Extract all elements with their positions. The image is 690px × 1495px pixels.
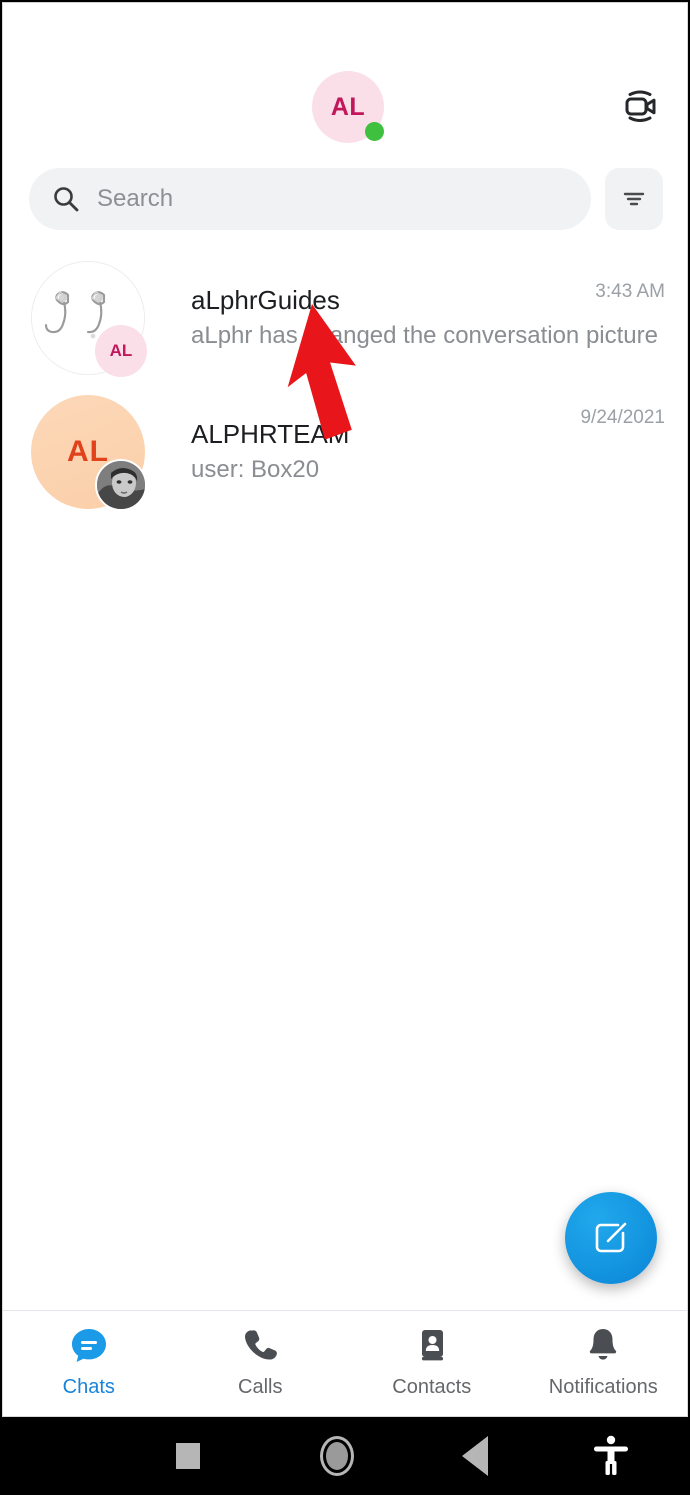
accessibility-icon xyxy=(594,1435,628,1475)
chat-title: aLphrGuides xyxy=(191,285,340,315)
video-camera-icon xyxy=(625,90,656,122)
chat-avatar-badge: AL xyxy=(95,325,147,377)
compose-icon xyxy=(595,1222,627,1253)
home-button[interactable] xyxy=(320,1436,354,1476)
chat-text-block: aLphrGuides aLphr has changed the conver… xyxy=(145,283,665,353)
profile-avatar[interactable]: AL xyxy=(312,71,384,143)
app-header: AL xyxy=(3,3,687,151)
portrait-photo-icon xyxy=(97,461,145,509)
search-input[interactable]: Search xyxy=(29,168,591,230)
chat-bubble-icon xyxy=(68,1323,110,1367)
bottom-tab-bar: Chats Calls Contacts Notifications xyxy=(3,1310,688,1416)
tab-label: Calls xyxy=(238,1376,283,1398)
tab-notifications[interactable]: Notifications xyxy=(518,1323,688,1399)
contacts-book-icon xyxy=(412,1323,452,1367)
recents-button[interactable] xyxy=(176,1443,200,1469)
tab-label: Contacts xyxy=(392,1376,472,1398)
chat-timestamp: 9/24/2021 xyxy=(580,407,665,428)
tab-label: Notifications xyxy=(548,1376,658,1398)
phone-icon xyxy=(240,1323,280,1367)
filter-button[interactable] xyxy=(605,168,663,230)
chat-list-item[interactable]: AL aLphrGuides aLphr has changed the con… xyxy=(3,251,687,385)
search-placeholder: Search xyxy=(97,185,174,212)
chat-list: AL aLphrGuides aLphr has changed the con… xyxy=(3,251,687,519)
tab-label: Chats xyxy=(62,1376,115,1398)
chat-avatar-initials: AL xyxy=(67,435,109,468)
circle-icon xyxy=(320,1436,354,1476)
chat-preview: aLphr has changed the conversation pictu… xyxy=(191,322,658,349)
android-system-nav xyxy=(0,1417,690,1495)
phone-screen: AL Search AL aLphrGuides aLphr has chang… xyxy=(0,0,690,1495)
tab-contacts[interactable]: Contacts xyxy=(346,1323,518,1399)
badge-initials: AL xyxy=(109,341,133,360)
search-icon xyxy=(54,187,79,212)
search-row: Search xyxy=(3,165,687,233)
profile-avatar-initials: AL xyxy=(330,92,366,121)
chat-avatar-wrapper: AL xyxy=(31,261,147,377)
chat-avatar-wrapper: AL xyxy=(31,395,147,511)
chat-list-item[interactable]: AL ALPHRTEAM user: Box20 9/24/2021 xyxy=(3,385,687,519)
chat-timestamp: 3:43 AM xyxy=(595,281,665,302)
tab-chats[interactable]: Chats xyxy=(3,1323,175,1399)
chat-avatar-badge xyxy=(95,459,147,511)
triangle-back-icon xyxy=(462,1436,488,1476)
back-button[interactable] xyxy=(462,1436,488,1476)
filter-icon xyxy=(623,192,645,206)
new-message-button[interactable] xyxy=(565,1192,657,1284)
online-status-dot xyxy=(365,122,384,141)
bell-icon xyxy=(583,1323,623,1367)
messenger-app: AL Search AL aLphrGuides aLphr has chang… xyxy=(2,2,688,1417)
tab-calls[interactable]: Calls xyxy=(175,1323,347,1399)
square-icon xyxy=(176,1443,200,1469)
chat-preview: user: Box20 xyxy=(191,456,320,483)
accessibility-button[interactable] xyxy=(590,1433,632,1479)
video-call-button[interactable] xyxy=(609,75,671,137)
